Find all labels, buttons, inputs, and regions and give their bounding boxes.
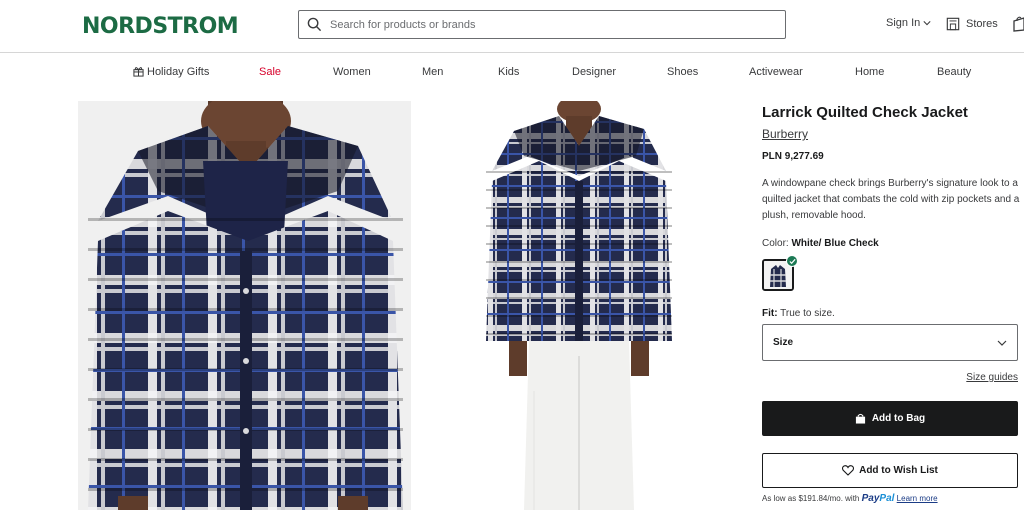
checkmark-icon	[788, 258, 796, 264]
product-price: PLN 9,277.69	[762, 151, 824, 162]
fit-label: Fit:	[762, 308, 778, 319]
stores-button[interactable]: Stores	[946, 17, 998, 31]
heart-icon	[842, 465, 855, 476]
nav-item-holiday-gifts[interactable]: Holiday Gifts	[133, 66, 209, 78]
product-brand-link[interactable]: Burberry	[762, 127, 808, 141]
size-select-label: Size	[773, 337, 794, 348]
nav-item-designer[interactable]: Designer	[572, 66, 616, 78]
nav-item-men[interactable]: Men	[422, 66, 443, 78]
header-divider	[0, 52, 1024, 53]
search-bar[interactable]	[298, 10, 786, 39]
nordstrom-logo[interactable]: NORDSTROM	[82, 14, 239, 39]
search-input[interactable]	[330, 18, 785, 31]
color-label-text: Color:	[762, 238, 789, 249]
stores-label: Stores	[966, 18, 998, 30]
size-guides-link[interactable]: Size guides	[966, 372, 1018, 383]
selected-checkmark	[786, 255, 798, 267]
store-icon	[946, 17, 960, 31]
nav-item-kids[interactable]: Kids	[498, 66, 519, 78]
paypal-logo-pay: Pay	[861, 493, 880, 504]
product-photo-closeup	[88, 101, 403, 510]
fit-value: True to size.	[780, 308, 835, 319]
product-photo-full	[486, 101, 672, 510]
paypal-financing: As low as $191.84/mo. with PayPal Learn …	[762, 493, 938, 504]
product-title: Larrick Quilted Check Jacket	[762, 104, 968, 121]
nav-item-shoes[interactable]: Shoes	[667, 66, 698, 78]
gift-icon	[133, 67, 144, 77]
fit-info: Fit: True to size.	[762, 308, 835, 319]
search-icon	[307, 17, 322, 32]
nav-item-sale[interactable]: Sale	[259, 66, 281, 78]
color-label: Color: White/ Blue Check	[762, 238, 879, 249]
product-image-main[interactable]	[78, 101, 411, 510]
color-value: White/ Blue Check	[791, 238, 879, 249]
sign-in-button[interactable]: Sign In	[886, 17, 931, 29]
paypal-logo: PayPal	[862, 493, 895, 504]
sign-in-label: Sign In	[886, 17, 921, 29]
nav-item-activewear[interactable]: Activewear	[749, 66, 803, 78]
paypal-logo-pal: Pal	[879, 493, 895, 504]
nav-item-women[interactable]: Women	[333, 66, 371, 78]
nav-item-home[interactable]: Home	[855, 66, 884, 78]
shopping-bag-icon	[855, 413, 865, 424]
paypal-text: As low as $191.84/mo. with	[762, 494, 860, 503]
size-select[interactable]: Size	[762, 324, 1018, 361]
nav-item-beauty[interactable]: Beauty	[937, 66, 971, 78]
chevron-down-icon	[997, 340, 1007, 346]
shopping-bag-button[interactable]	[1012, 16, 1024, 37]
product-description: A windowpane check brings Burberry's sig…	[762, 178, 1020, 221]
nav-label: Holiday Gifts	[147, 66, 210, 78]
add-to-wish-label: Add to Wish List	[859, 465, 938, 476]
chevron-down-icon	[923, 21, 931, 26]
product-image-secondary[interactable]	[414, 101, 747, 510]
add-to-wish-list-button[interactable]: Add to Wish List	[762, 453, 1018, 488]
product-info-panel: Larrick Quilted Check Jacket Burberry PL…	[762, 104, 1020, 504]
bag-icon	[1013, 16, 1024, 32]
add-to-bag-label: Add to Bag	[871, 413, 926, 424]
add-to-bag-button[interactable]: Add to Bag	[762, 401, 1018, 436]
learn-more-link[interactable]: Learn more	[897, 494, 938, 503]
